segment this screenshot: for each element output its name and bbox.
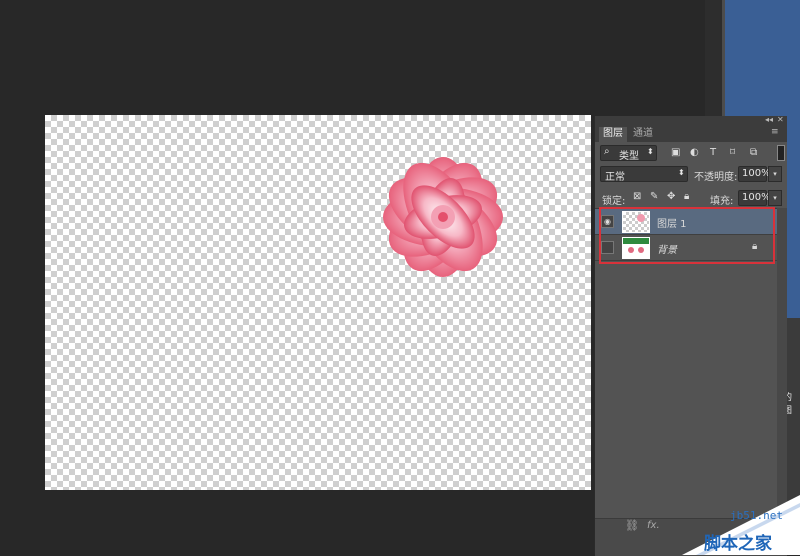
- opacity-label: 不透明度:: [694, 172, 738, 183]
- filter-type-label: 类型: [619, 151, 639, 162]
- type-filter-icon[interactable]: T: [710, 147, 716, 158]
- watermark: jb51.net 脚本之家: [682, 485, 800, 555]
- smart-object-filter-icon[interactable]: ⧉: [750, 147, 757, 158]
- opacity-dropdown-button[interactable]: ▾: [768, 166, 782, 182]
- fill-input[interactable]: 100%: [738, 190, 771, 206]
- close-icon[interactable]: ✕: [777, 115, 784, 124]
- lock-transparent-pixels-icon[interactable]: ⊠: [633, 191, 641, 202]
- watermark-url: jb51.net: [730, 509, 783, 522]
- panel-menu-icon[interactable]: ≡: [771, 127, 779, 137]
- adjustment-filter-icon[interactable]: ◐: [690, 147, 699, 158]
- opacity-value: 100%: [742, 168, 771, 179]
- lock-all-icon[interactable]: 🔒︎: [684, 191, 689, 202]
- panel-tab-bar: 图层 通道 ≡: [595, 126, 787, 142]
- document-canvas[interactable]: [45, 115, 591, 490]
- chevron-updown-icon: ⬍: [678, 168, 685, 177]
- tab-layers[interactable]: 图层: [599, 127, 627, 142]
- image-filter-icon[interactable]: ▣: [671, 147, 680, 158]
- opacity-input[interactable]: 100%: [738, 166, 771, 182]
- carnation-flower-image: [383, 157, 503, 277]
- fill-dropdown-button[interactable]: ▾: [768, 190, 782, 206]
- lock-position-icon[interactable]: ✥: [667, 191, 675, 202]
- fill-label: 填充:: [710, 196, 734, 207]
- layer-filter-select[interactable]: ⌕ 类型 ⬍: [600, 145, 657, 162]
- fx-icon[interactable]: fx.: [647, 520, 660, 531]
- watermark-brand: 脚本之家: [704, 534, 772, 554]
- lock-label: 锁定:: [602, 196, 626, 207]
- shape-filter-icon[interactable]: ⌑: [730, 147, 735, 158]
- tab-channels[interactable]: 通道: [629, 127, 657, 142]
- blend-mode-select[interactable]: 正常 ⬍: [600, 166, 688, 183]
- lock-image-pixels-icon[interactable]: ✎: [650, 191, 658, 202]
- fill-value: 100%: [742, 192, 771, 203]
- panel-title-bar: ◂◂ ✕: [595, 115, 787, 126]
- filter-toggle[interactable]: [777, 145, 785, 161]
- blend-mode-value: 正常: [605, 172, 625, 183]
- panel-scrollbar[interactable]: [777, 208, 787, 518]
- annotation-highlight-box: [599, 207, 775, 264]
- link-layers-icon[interactable]: ⛓︎: [625, 519, 639, 532]
- collapse-icon[interactable]: ◂◂: [765, 115, 773, 124]
- chevron-updown-icon: ⬍: [647, 147, 654, 156]
- search-icon: ⌕: [604, 146, 610, 157]
- background-gap: [705, 0, 722, 120]
